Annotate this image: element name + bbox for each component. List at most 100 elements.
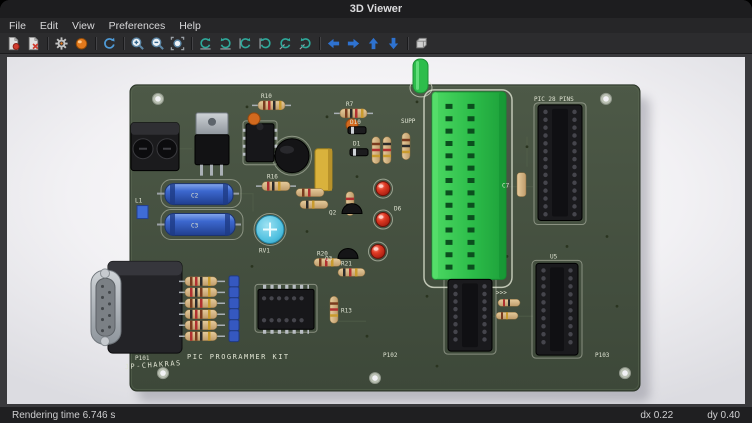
rotate-y-ccw-button[interactable]	[236, 34, 255, 52]
led	[369, 242, 388, 261]
mounting-hole	[601, 93, 612, 104]
toolbar-separator	[407, 37, 408, 50]
toolbar-separator	[191, 37, 192, 50]
viewport-3d[interactable]: R10 R7 D10 D1 R16 C2 C3 L1 RV1 R20 R21 D…	[7, 57, 745, 404]
reload-board-button[interactable]	[100, 34, 119, 52]
resistor-row	[179, 276, 239, 287]
silk-label-kit-title: PIC PROGRAMMER KIT	[187, 353, 290, 361]
toolbar-separator	[123, 37, 124, 50]
menu-edit[interactable]: Edit	[33, 20, 65, 32]
dip22-socket	[536, 263, 578, 355]
dip8-ic	[245, 123, 276, 161]
rotate-y-cw-button[interactable]	[256, 34, 275, 52]
export-png-icon	[6, 36, 21, 51]
status-bar: Rendering time 6.746 s dx 0.22 dy 0.40	[0, 407, 752, 423]
move-down-button[interactable]	[384, 34, 403, 52]
trimmer-rv1	[254, 214, 286, 246]
mounting-hole	[158, 368, 169, 379]
ortho-projection-button[interactable]	[412, 34, 431, 52]
resistor-r13	[330, 296, 338, 323]
menu-help[interactable]: Help	[172, 20, 208, 32]
led	[374, 179, 393, 198]
tool-bar	[0, 33, 752, 54]
silk-label-r7: R7	[346, 101, 354, 108]
round-capacitor	[275, 139, 309, 173]
resistor-row	[179, 298, 239, 309]
zoom-fit-button[interactable]	[168, 34, 187, 52]
move-up-button[interactable]	[364, 34, 383, 52]
reload-icon	[102, 36, 117, 51]
dx-value: dx 0.22	[640, 410, 673, 421]
rendering-time-label: Rendering time 6.746 s	[12, 410, 115, 421]
rotate-y-cw-icon	[258, 36, 273, 51]
diode-d1	[350, 149, 368, 156]
silk-label-u5: U5	[550, 253, 558, 260]
silk-label-p103: P103	[595, 352, 610, 359]
menu-view[interactable]: View	[65, 20, 102, 32]
rotate-x-ccw-button[interactable]	[196, 34, 215, 52]
zoom-out-button[interactable]	[148, 34, 167, 52]
zoom-out-icon	[150, 36, 165, 51]
viewport-frame: R10 R7 D10 D1 R16 C2 C3 L1 RV1 R20 R21 D…	[0, 54, 752, 407]
arrow-right-icon	[346, 36, 361, 51]
menu-file[interactable]: File	[2, 20, 33, 32]
disc-capacitor	[248, 113, 260, 125]
title-bar[interactable]: 3D Viewer	[0, 0, 752, 18]
silk-label-r10: R10	[261, 93, 272, 100]
export-jpeg-button[interactable]	[24, 34, 43, 52]
silk-label-r16: R16	[267, 174, 278, 181]
pcb-3d-scene[interactable]: R10 R7 D10 D1 R16 C2 C3 L1 RV1 R20 R21 D…	[7, 57, 745, 404]
arrow-left-icon	[326, 36, 341, 51]
diode-d10	[348, 127, 366, 134]
rotate-z-cw-icon	[298, 36, 313, 51]
zoom-in-icon	[130, 36, 145, 51]
silk-label-rv1: RV1	[259, 247, 270, 254]
silk-label-d1: D1	[353, 141, 361, 148]
silk-label-l1: L1	[135, 198, 143, 205]
silk-label-r21: R21	[341, 260, 352, 267]
dy-value: dy 0.40	[707, 410, 740, 421]
mounting-hole	[620, 368, 631, 379]
rotate-z-ccw-icon	[278, 36, 293, 51]
silk-label-q3: Q3	[325, 255, 333, 262]
toolbar-separator	[319, 37, 320, 50]
raytracing-button[interactable]	[72, 34, 91, 52]
render-settings-button[interactable]	[52, 34, 71, 52]
db9-connector	[91, 261, 182, 353]
silk-label-q2: Q2	[329, 210, 337, 217]
dip18-socket	[448, 279, 492, 351]
led	[374, 210, 393, 229]
rotate-x-cw-icon	[218, 36, 233, 51]
cap-marking-c3: C3	[191, 223, 199, 230]
silk-label-arrows: >>>	[496, 289, 507, 296]
capacitor-c7	[517, 173, 526, 197]
zoom-fit-icon	[170, 36, 185, 51]
arrow-down-icon	[386, 36, 401, 51]
inductor-l1	[137, 206, 148, 219]
mounting-hole	[153, 93, 164, 104]
terminal-block	[131, 123, 179, 171]
electrolytic-capacitor-c3	[157, 214, 241, 236]
silk-label-supply: SUPP	[401, 118, 416, 125]
menu-bar: File Edit View Preferences Help	[0, 18, 752, 33]
zoom-in-button[interactable]	[128, 34, 147, 52]
cube-icon	[414, 36, 429, 51]
silk-label-pic28: PIC 28 PINS	[534, 96, 574, 103]
silk-label-d10: D10	[350, 119, 361, 126]
app-window: 3D Viewer File Edit View Preferences Hel…	[0, 0, 752, 423]
silk-label-p102: P102	[383, 352, 398, 359]
gear-icon	[54, 36, 69, 51]
move-right-button[interactable]	[344, 34, 363, 52]
resistor-row	[179, 331, 239, 342]
rotate-z-cw-button[interactable]	[296, 34, 315, 52]
silk-label-r13: R13	[341, 307, 352, 314]
rotate-z-ccw-button[interactable]	[276, 34, 295, 52]
rotate-x-ccw-icon	[198, 36, 213, 51]
film-capacitor-yellow	[315, 149, 332, 191]
rotate-x-cw-button[interactable]	[216, 34, 235, 52]
export-png-button[interactable]	[4, 34, 23, 52]
cap-marking-c2: C2	[191, 193, 199, 200]
rotate-y-ccw-icon	[238, 36, 253, 51]
move-left-button[interactable]	[324, 34, 343, 52]
menu-preferences[interactable]: Preferences	[102, 20, 173, 32]
